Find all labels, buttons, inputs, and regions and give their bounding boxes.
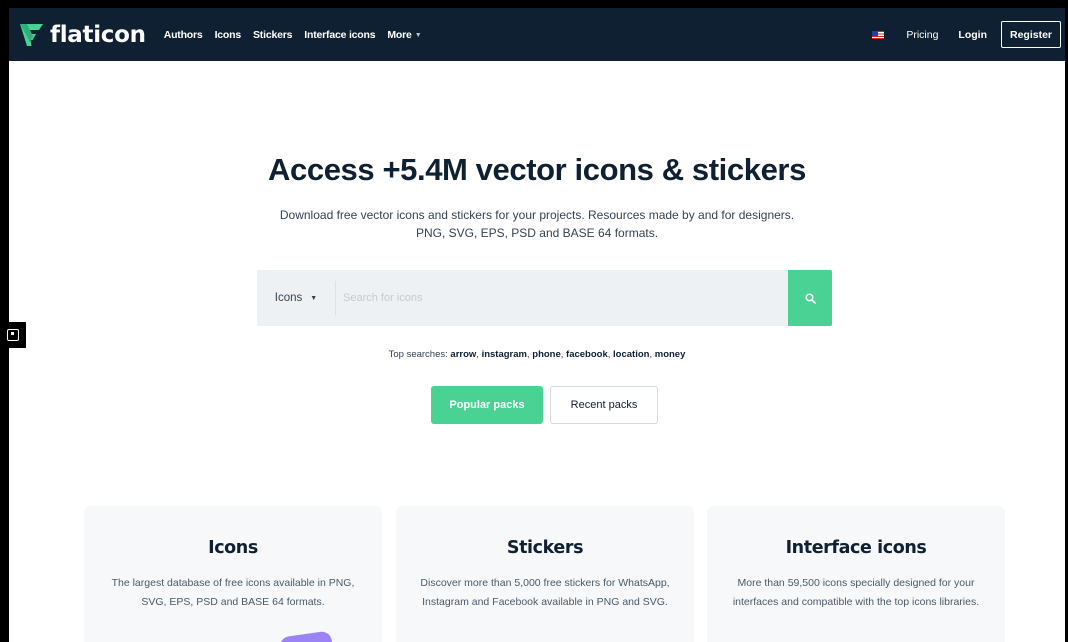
top-search-facebook[interactable]: facebook	[566, 349, 608, 360]
card-description: Discover more than 5,000 free stickers f…	[420, 577, 670, 608]
us-flag-icon[interactable]	[872, 30, 885, 39]
search-type-label: Icons	[274, 292, 303, 304]
nav-more-label: More	[387, 28, 412, 41]
hero-subtitle-line1: Download free vector icons and stickers …	[279, 208, 795, 222]
feedback-icon	[7, 329, 19, 341]
chevron-down-icon: ▼	[414, 31, 422, 39]
flaticon-logo-icon	[20, 23, 43, 46]
card-title: Interface icons	[785, 538, 927, 558]
recent-packs-button[interactable]: Recent packs	[550, 386, 658, 424]
hero-subtitle: Download free vector icons and stickers …	[9, 206, 1065, 242]
search-type-dropdown[interactable]: Icons ▼	[257, 270, 335, 326]
search-icon	[804, 292, 816, 304]
top-search-instagram[interactable]: instagram	[482, 349, 527, 360]
hero-subtitle-line2: PNG, SVG, EPS, PSD and BASE 64 formats.	[415, 226, 659, 240]
search-button[interactable]	[788, 270, 832, 326]
nav-links: Authors Icons Stickers Interface icons M…	[164, 29, 434, 41]
card-icons[interactable]: Icons The largest database of free icons…	[84, 506, 382, 642]
screen-frame: flaticon Authors Icons Stickers Interfac…	[0, 0, 1068, 642]
card-description: The largest database of free icons avail…	[111, 577, 355, 608]
nav-login-link[interactable]: Login	[958, 29, 987, 41]
nav-link-icons[interactable]: Icons	[215, 29, 242, 41]
search-bar: Icons ▼	[257, 270, 832, 326]
card-interface-icons[interactable]: Interface icons More than 59,500 icons s…	[707, 506, 1005, 642]
top-searches: Top searches: arrow, instagram, phone, f…	[388, 349, 686, 360]
card-stickers[interactable]: Stickers Discover more than 5,000 free s…	[396, 506, 694, 642]
flaticon-page: flaticon Authors Icons Stickers Interfac…	[9, 8, 1065, 642]
top-search-money[interactable]: money	[655, 349, 686, 360]
top-navbar: flaticon Authors Icons Stickers Interfac…	[9, 8, 1065, 61]
nav-link-more[interactable]: More ▼	[387, 29, 421, 41]
nav-link-stickers[interactable]: Stickers	[253, 29, 292, 41]
nav-link-interface-icons[interactable]: Interface icons	[304, 29, 375, 41]
popular-packs-button[interactable]: Popular packs	[431, 386, 543, 424]
nav-right: Pricing Login Register	[872, 8, 1065, 61]
card-description: More than 59,500 icons specially designe…	[732, 577, 980, 608]
top-search-arrow[interactable]: arrow	[450, 349, 476, 360]
search-input[interactable]	[336, 270, 788, 326]
card-illustration	[278, 630, 334, 642]
chevron-down-icon: ▼	[310, 294, 318, 302]
feedback-button[interactable]	[0, 322, 26, 348]
top-search-phone[interactable]: phone	[532, 349, 561, 360]
logo-text: flaticon	[50, 21, 146, 48]
nav-pricing-link[interactable]: Pricing	[906, 29, 938, 41]
top-searches-label: Top searches:	[388, 349, 448, 360]
flaticon-logo[interactable]: flaticon	[19, 8, 146, 61]
nav-link-authors[interactable]: Authors	[164, 29, 203, 41]
register-button[interactable]: Register	[1001, 21, 1061, 48]
card-title: Icons	[208, 538, 258, 558]
card-title: Stickers	[506, 538, 584, 558]
top-search-location[interactable]: location	[613, 349, 649, 360]
hero-title: Access +5.4M vector icons & stickers	[268, 152, 806, 187]
